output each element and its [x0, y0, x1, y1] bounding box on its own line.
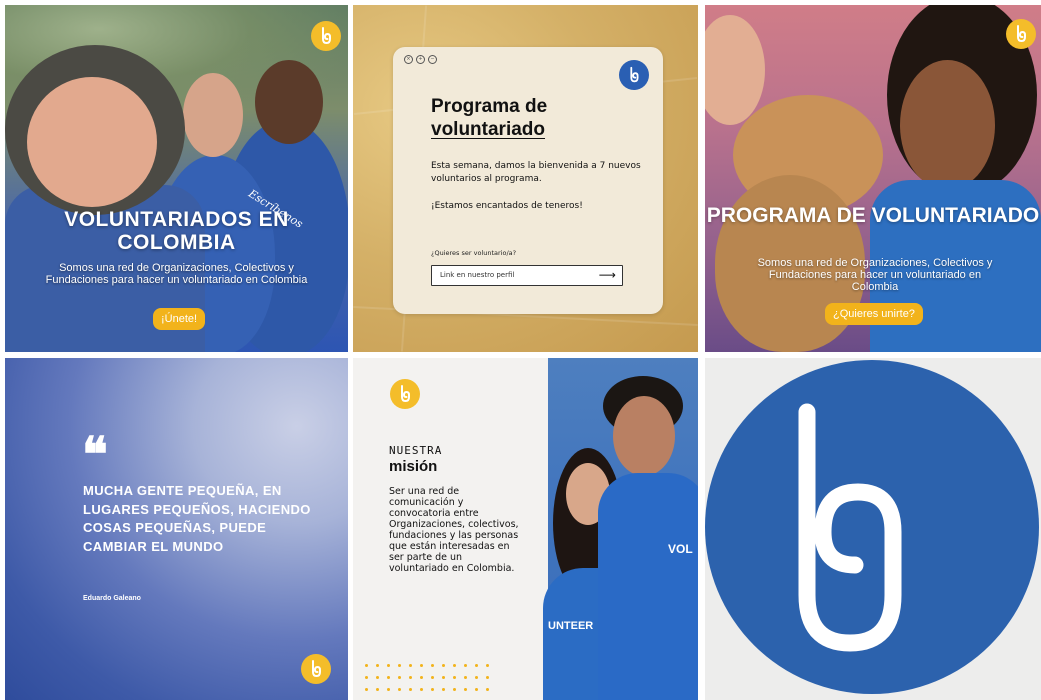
boy-face: [613, 396, 675, 476]
mission-heading: misión: [389, 458, 438, 475]
post-nuestra-mision[interactable]: NUESTRA misión Ser una red de comunicaci…: [353, 358, 698, 700]
browser-card: × + − Programa de voluntariado Esta sema…: [393, 47, 663, 314]
mission-text: Ser una red de comunicación y convocator…: [389, 486, 519, 574]
quote-author: Eduardo Galeano: [83, 595, 141, 602]
card-title: Programa de voluntariado: [431, 95, 547, 141]
window-controls: × + −: [404, 55, 437, 64]
post-programa-de-voluntariado-card[interactable]: × + − Programa de voluntariado Esta sema…: [353, 5, 698, 352]
minimize-window-icon[interactable]: −: [428, 55, 437, 64]
card-title-line2: voluntariado: [431, 119, 546, 140]
t1-title: VOLUNTARIADOS EN COLOMBIA: [64, 208, 289, 254]
woman-face: [900, 60, 995, 190]
profile-link-field[interactable]: Link en nuestro perfil ⟶: [431, 265, 623, 286]
join-us-button[interactable]: ¿Quieres unirte?: [825, 303, 923, 325]
post-big-logo[interactable]: [705, 358, 1041, 700]
instagram-post-grid: Escríbenos VOLUNTARIADOS EN COLOMBIA Som…: [0, 0, 1041, 700]
lo-big-logo-icon: [705, 360, 1039, 694]
welcome-paragraph: Esta semana, damos la bienvenida a 7 nue…: [431, 161, 641, 184]
lo-logo-icon: [390, 379, 420, 409]
lo-logo-icon: [301, 654, 331, 684]
boy-shirt: [598, 473, 698, 700]
card-title-line1: Programa de: [431, 96, 548, 117]
older-woman-face: [27, 77, 157, 207]
mission-heading-small: NUESTRA: [389, 444, 443, 457]
close-window-icon[interactable]: ×: [404, 55, 413, 64]
volunteer-woman-head: [183, 73, 243, 157]
lo-logo-icon: [311, 21, 341, 51]
t3-title: PROGRAMA DE VOLUNTARIADO: [706, 204, 1040, 227]
volunteers-photo: VOL UNTEER: [543, 358, 698, 700]
volunteer-man-head: [255, 60, 323, 144]
t3-subtitle: Somos una red de Organizaciones, Colecti…: [757, 257, 993, 293]
lo-logo-icon: [1006, 19, 1036, 49]
arrow-right-icon[interactable]: ⟶: [599, 268, 616, 282]
post-programa-de-voluntariado-photo[interactable]: PROGRAMA DE VOLUNTARIADO Somos una red d…: [705, 5, 1041, 352]
volunteer-question: ¿Quieres ser voluntario/a?: [431, 249, 517, 257]
quote-text: MUCHA GENTE PEQUEÑA, EN LUGARES PEQUEÑOS…: [83, 483, 311, 554]
shirt-text-unteer: UNTEER: [548, 620, 594, 632]
shirt-text-vol: VOL: [668, 542, 693, 556]
t1-subtitle: Somos una red de Organizaciones, Colecti…: [45, 262, 308, 286]
lo-logo-icon: [619, 60, 649, 90]
post-voluntariados-en-colombia[interactable]: Escríbenos VOLUNTARIADOS EN COLOMBIA Som…: [5, 5, 348, 352]
encantados-paragraph: ¡Estamos encantados de teneros!: [431, 201, 583, 211]
join-button[interactable]: ¡Únete!: [153, 308, 206, 330]
maximize-window-icon[interactable]: +: [416, 55, 425, 64]
post-galeano-quote[interactable]: ❝ MUCHA GENTE PEQUEÑA, EN LUGARES PEQUEÑ…: [5, 358, 348, 700]
dot-pattern: [365, 664, 497, 691]
quote-mark-icon: ❝: [82, 427, 108, 483]
young-man-face: [705, 15, 765, 125]
profile-link-text: Link en nuestro perfil: [440, 271, 515, 279]
